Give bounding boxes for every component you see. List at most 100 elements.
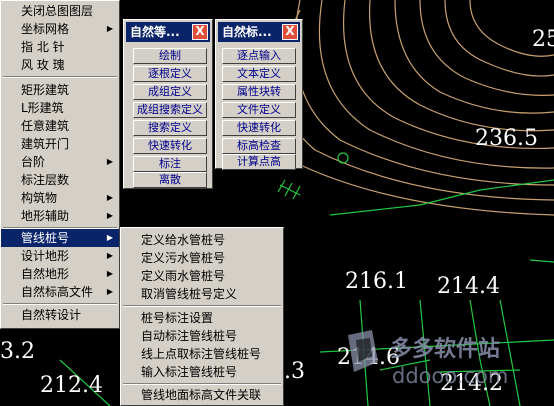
menu-item[interactable]: 建筑开门	[1, 135, 119, 153]
palette-title: 自然标...	[222, 25, 272, 39]
menu-item-label: 关闭总图图层	[21, 4, 94, 18]
natural-elevation-palette: 自然标... X 逐点输入 文本定义 属性块转 文件定义 快速转化 标高检查 计算…	[215, 19, 303, 170]
submenu-item-label: 定义污水管桩号	[141, 251, 226, 265]
elevation-label: 25	[532, 27, 554, 52]
menu-item[interactable]: 标注层数	[1, 171, 119, 189]
palette-button[interactable]: 快速转化	[222, 120, 296, 136]
palette-button[interactable]: 文本定义	[222, 66, 296, 82]
palette-button[interactable]: 成组搜索定义	[133, 102, 207, 118]
arrow-right-icon: ▶	[106, 193, 113, 202]
menu-item-label: L形建筑	[21, 101, 64, 115]
palette-button[interactable]: 绘制	[133, 48, 207, 64]
menu-item-label: 坐标网格	[21, 22, 70, 36]
menu-item[interactable]: 关闭总图图层	[1, 2, 119, 20]
palette-button[interactable]: 逐点输入	[222, 48, 296, 64]
palette-button[interactable]: 标注	[133, 156, 207, 172]
submenu-item[interactable]: 自动标注管线桩号	[121, 327, 283, 345]
menu-item-label: 管线桩号	[21, 231, 70, 245]
watermark: 多多软件站 ddooo.com	[348, 330, 508, 388]
menu-item-label: 台阶	[21, 155, 46, 169]
palette-button[interactable]: 属性块转	[222, 84, 296, 100]
menu-separator	[123, 305, 281, 307]
menu-item[interactable]: 坐标网格 ▶	[1, 20, 119, 38]
contour-lines	[265, 0, 554, 216]
pipeline-station-submenu: 定义给水管桩号 定义污水管桩号 定义雨水管桩号 取消管线桩号定义 桩号标注设置 …	[120, 227, 284, 406]
menu-separator	[3, 303, 117, 305]
menu-item-label: 自然标高文件	[21, 285, 94, 299]
menu-item[interactable]: 自然标高文件 ▶	[1, 283, 119, 301]
submenu-item-label: 自动标注管线桩号	[141, 329, 238, 343]
menu-item-label: 地形辅助	[21, 209, 70, 223]
submenu-item[interactable]: 定义雨水管桩号	[121, 267, 283, 285]
submenu-item[interactable]: 管线地面标高文件关联	[121, 386, 283, 404]
close-icon[interactable]: X	[192, 24, 208, 40]
close-icon[interactable]: X	[282, 24, 298, 40]
palette-title-bar[interactable]: 自然标... X	[218, 22, 300, 42]
submenu-item-label: 管线地面标高文件关联	[141, 388, 262, 402]
menu-item[interactable]: 矩形建筑	[1, 81, 119, 99]
submenu-item-label: 线上点取标注管线桩号	[141, 347, 262, 361]
menu-item-label: 自然转设计	[21, 308, 82, 322]
menu-item-label: 设计地形	[21, 249, 70, 263]
menu-item-label: 风 玫 瑰	[21, 58, 65, 72]
arrow-right-icon: ▶	[106, 287, 113, 296]
arrow-right-icon: ▶	[106, 251, 113, 260]
submenu-item[interactable]: 线上点取标注管线桩号	[121, 345, 283, 363]
palette-button[interactable]: 文件定义	[222, 102, 296, 118]
palette-button[interactable]: 计算点高	[222, 154, 296, 170]
menu-item-label: 指 北 针	[21, 40, 65, 54]
elevation-label: 214.4	[437, 274, 500, 299]
menu-item-pipeline-station[interactable]: 管线桩号 ▶	[1, 229, 119, 247]
menu-item-label: 任意建筑	[21, 119, 70, 133]
submenu-item[interactable]: 取消管线桩号定义	[121, 285, 283, 303]
menu-item[interactable]: 自然地形 ▶	[1, 265, 119, 283]
menu-item[interactable]: 指 北 针	[1, 38, 119, 56]
menu-item[interactable]: 地形辅助 ▶	[1, 207, 119, 225]
elevation-label: .3	[284, 359, 305, 384]
elevation-label: 236.5	[475, 126, 538, 151]
elevation-label: 3.2	[0, 339, 35, 364]
palette-title: 自然等...	[130, 25, 180, 39]
menu-item[interactable]: 风 玫 瑰	[1, 56, 119, 74]
menu-item-label: 矩形建筑	[21, 83, 70, 97]
palette-button[interactable]: 成组定义	[133, 84, 207, 100]
submenu-item-label: 桩号标注设置	[141, 311, 214, 325]
submenu-item[interactable]: 定义给水管桩号	[121, 231, 283, 249]
menu-separator	[123, 383, 281, 385]
menu-item[interactable]: 设计地形 ▶	[1, 247, 119, 265]
submenu-item-label: 定义雨水管桩号	[141, 269, 226, 283]
arrow-right-icon: ▶	[106, 269, 113, 278]
watermark-text: 多多软件站	[390, 336, 500, 362]
menu-separator	[3, 76, 117, 78]
natural-contour-palette: 自然等... X 绘制 逐根定义 成组定义 成组搜索定义 搜索定义 快速转化 标注…	[123, 19, 213, 189]
menu-item-label: 构筑物	[21, 191, 58, 205]
arrow-right-icon: ▶	[106, 157, 113, 166]
submenu-item-label: 定义给水管桩号	[141, 233, 226, 247]
palette-button[interactable]: 标高检查	[222, 138, 296, 154]
menu-item[interactable]: 任意建筑	[1, 117, 119, 135]
palette-button[interactable]: 搜索定义	[133, 120, 207, 136]
submenu-item[interactable]: 输入标注管线桩号	[121, 363, 283, 381]
menu-item[interactable]: L形建筑	[1, 99, 119, 117]
menu-item-label: 自然地形	[21, 267, 70, 281]
menu-item[interactable]: 构筑物 ▶	[1, 189, 119, 207]
watermark-subtext: ddooo.com	[392, 364, 508, 388]
elevation-label: 216.1	[345, 269, 408, 294]
submenu-item[interactable]: 定义污水管桩号	[121, 249, 283, 267]
submenu-item-label: 输入标注管线桩号	[141, 365, 238, 379]
menu-item[interactable]: 自然转设计	[1, 306, 119, 324]
submenu-item-label: 取消管线桩号定义	[141, 287, 238, 301]
elevation-label: 212.4	[40, 373, 103, 398]
palette-title-bar[interactable]: 自然等... X	[126, 22, 210, 42]
arrow-right-icon: ▶	[106, 233, 113, 242]
menu-item-label: 标注层数	[21, 173, 70, 187]
arrow-right-icon: ▶	[106, 211, 113, 220]
arrow-right-icon: ▶	[106, 24, 113, 33]
palette-button[interactable]: 离散	[133, 172, 207, 188]
palette-button[interactable]: 逐根定义	[133, 66, 207, 82]
submenu-item[interactable]: 桩号标注设置	[121, 309, 283, 327]
palette-button[interactable]: 快速转化	[133, 138, 207, 154]
menu-item[interactable]: 台阶 ▶	[1, 153, 119, 171]
menu-item-label: 建筑开门	[21, 137, 70, 151]
main-menu: 关闭总图图层 坐标网格 ▶ 指 北 针 风 玫 瑰 矩形建筑 L形建筑 任意建筑 …	[0, 0, 120, 329]
